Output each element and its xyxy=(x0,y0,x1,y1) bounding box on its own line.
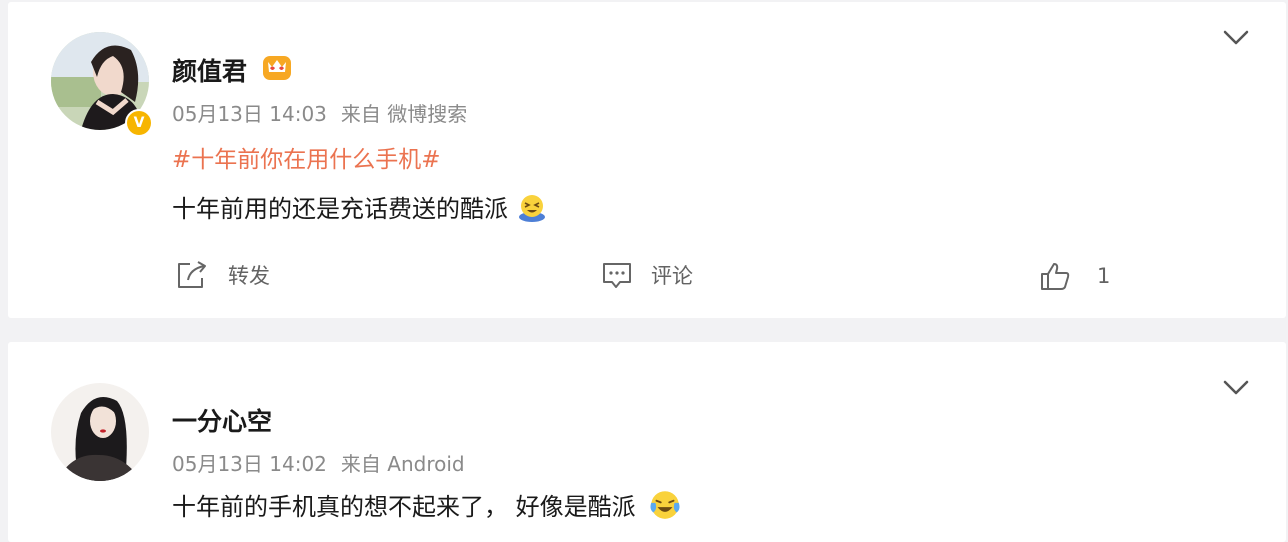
post-text: 十年前的手机真的想不起来了， 好像是酷派 xyxy=(172,493,636,521)
repost-label: 转发 xyxy=(228,264,270,288)
post-source: 来自 微博搜索 xyxy=(340,102,468,126)
username[interactable]: 一分心空 xyxy=(172,402,272,438)
comment-icon xyxy=(603,263,631,288)
post-source: 来自 Android xyxy=(340,452,465,476)
chevron-down-icon[interactable] xyxy=(1222,379,1250,397)
post-date[interactable]: 05月13日 14:02 xyxy=(172,452,327,476)
verified-badge: V xyxy=(125,109,153,137)
post-content: 十年前的手机真的想不起来了， 好像是酷派 xyxy=(172,487,682,522)
chevron-down-icon[interactable] xyxy=(1222,29,1250,47)
hashtag-link[interactable]: #十年前你在用什么手机# xyxy=(172,140,441,174)
repost-button[interactable]: 转发 xyxy=(176,260,270,290)
like-button[interactable]: 1 xyxy=(1039,260,1110,292)
post-date[interactable]: 05月13日 14:03 xyxy=(172,102,327,126)
username[interactable]: 颜值君 xyxy=(172,52,247,88)
avatar[interactable] xyxy=(51,383,149,481)
share-icon xyxy=(178,261,206,288)
comment-button[interactable]: 评论 xyxy=(601,260,693,290)
like-count: 1 xyxy=(1097,264,1111,288)
post-card: 一分心空 05月13日 14:02 来自 Android 十年前的手机真的想不起来… xyxy=(8,342,1286,542)
thumbs-up-icon xyxy=(1041,263,1070,290)
comment-label: 评论 xyxy=(651,264,693,288)
post-card: V 颜值君 05月13日 14:03 来自 微博搜索 #十年前你在用什么手机# 十… xyxy=(8,2,1286,318)
post-meta: 05月13日 14:03 来自 微博搜索 xyxy=(172,98,481,127)
crying-laughing-emoji-icon xyxy=(650,490,680,519)
post-text: 十年前用的还是充话费送的酷派 xyxy=(172,195,508,223)
post-meta: 05月13日 14:02 来自 Android xyxy=(172,448,479,477)
crown-icon xyxy=(263,56,291,80)
post-content: 十年前用的还是充话费送的酷派 xyxy=(172,189,548,224)
laughing-emoji-icon xyxy=(519,194,545,222)
